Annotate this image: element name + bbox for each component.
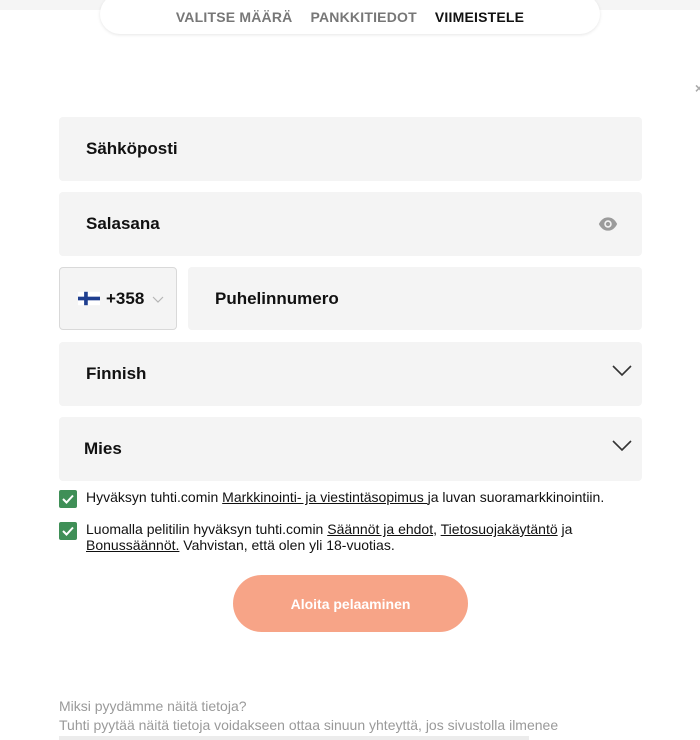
country-code-select[interactable]: +358 xyxy=(59,267,177,330)
language-select-value: Finnish xyxy=(86,364,147,383)
language-select[interactable]: Finnish xyxy=(59,342,642,406)
step-indicator: VALITSE MÄÄRÄ PANKKITIEDOT VIIMEISTELE xyxy=(100,0,600,34)
consent-text: Vahvistan, että olen yli 18-vuotias. xyxy=(179,537,395,553)
password-field-label: Salasana xyxy=(86,214,160,233)
consent-text: ja xyxy=(557,521,573,537)
step-bank-details: PANKKITIEDOT xyxy=(310,9,417,25)
consent-text: Hyväksyn tuhti.comin xyxy=(86,489,223,505)
marketing-consent-checkbox[interactable] xyxy=(59,490,77,508)
password-field[interactable]: Salasana xyxy=(59,192,642,256)
checkmark-icon xyxy=(62,526,74,536)
marketing-consent-text: Hyväksyn tuhti.comin Markkinointi- ja vi… xyxy=(86,489,604,505)
terms-link[interactable]: Säännöt ja ehdot xyxy=(327,521,433,537)
gender-select[interactable]: Mies xyxy=(59,417,642,481)
email-field-label: Sähköposti xyxy=(86,139,178,158)
consent-text: , xyxy=(433,521,441,537)
info-body: Tuhti pyytää näitä tietoja voidakseen ot… xyxy=(59,717,559,733)
close-icon[interactable]: × xyxy=(695,80,700,96)
consent-text: Luomalla pelitilin hyväksyn tuhti.comin xyxy=(86,521,328,537)
phone-number-field[interactable]: Puhelinnumero xyxy=(188,267,642,330)
privacy-policy-link[interactable]: Tietosuojakäytäntö xyxy=(441,521,558,537)
step-choose-amount: VALITSE MÄÄRÄ xyxy=(175,9,293,25)
terms-consent: Luomalla pelitilin hyväksyn tuhti.comin … xyxy=(59,521,649,553)
step-finish: VIIMEISTELE xyxy=(434,9,525,25)
start-playing-button[interactable]: Aloita pelaaminen xyxy=(233,575,468,632)
eye-icon[interactable] xyxy=(598,214,618,234)
registration-page: VALITSE MÄÄRÄ PANKKITIEDOT VIIMEISTELE ×… xyxy=(0,0,700,740)
marketing-agreement-link[interactable]: Markkinointi- ja viestintäsopimus xyxy=(222,489,427,505)
chevron-down-icon xyxy=(612,365,632,377)
email-field[interactable]: Sähköposti xyxy=(59,117,642,181)
phone-number-label: Puhelinnumero xyxy=(215,288,339,308)
info-title: Miksi pyydämme näitä tietoja? xyxy=(59,698,247,714)
country-code-value: +358 xyxy=(106,288,145,308)
gender-select-value: Mies xyxy=(84,439,122,458)
checkmark-icon xyxy=(62,494,74,504)
terms-consent-checkbox[interactable] xyxy=(59,522,77,540)
info-text-fade xyxy=(59,736,529,740)
bonus-rules-link[interactable]: Bonussäännöt. xyxy=(86,537,179,553)
finland-flag-icon xyxy=(78,291,100,306)
marketing-consent: Hyväksyn tuhti.comin Markkinointi- ja vi… xyxy=(59,489,649,508)
consent-text: ja luvan suoramarkkinointiin. xyxy=(427,489,605,505)
chevron-down-icon xyxy=(612,440,632,452)
chevron-down-icon xyxy=(152,296,164,303)
terms-consent-text: Luomalla pelitilin hyväksyn tuhti.comin … xyxy=(86,521,649,553)
